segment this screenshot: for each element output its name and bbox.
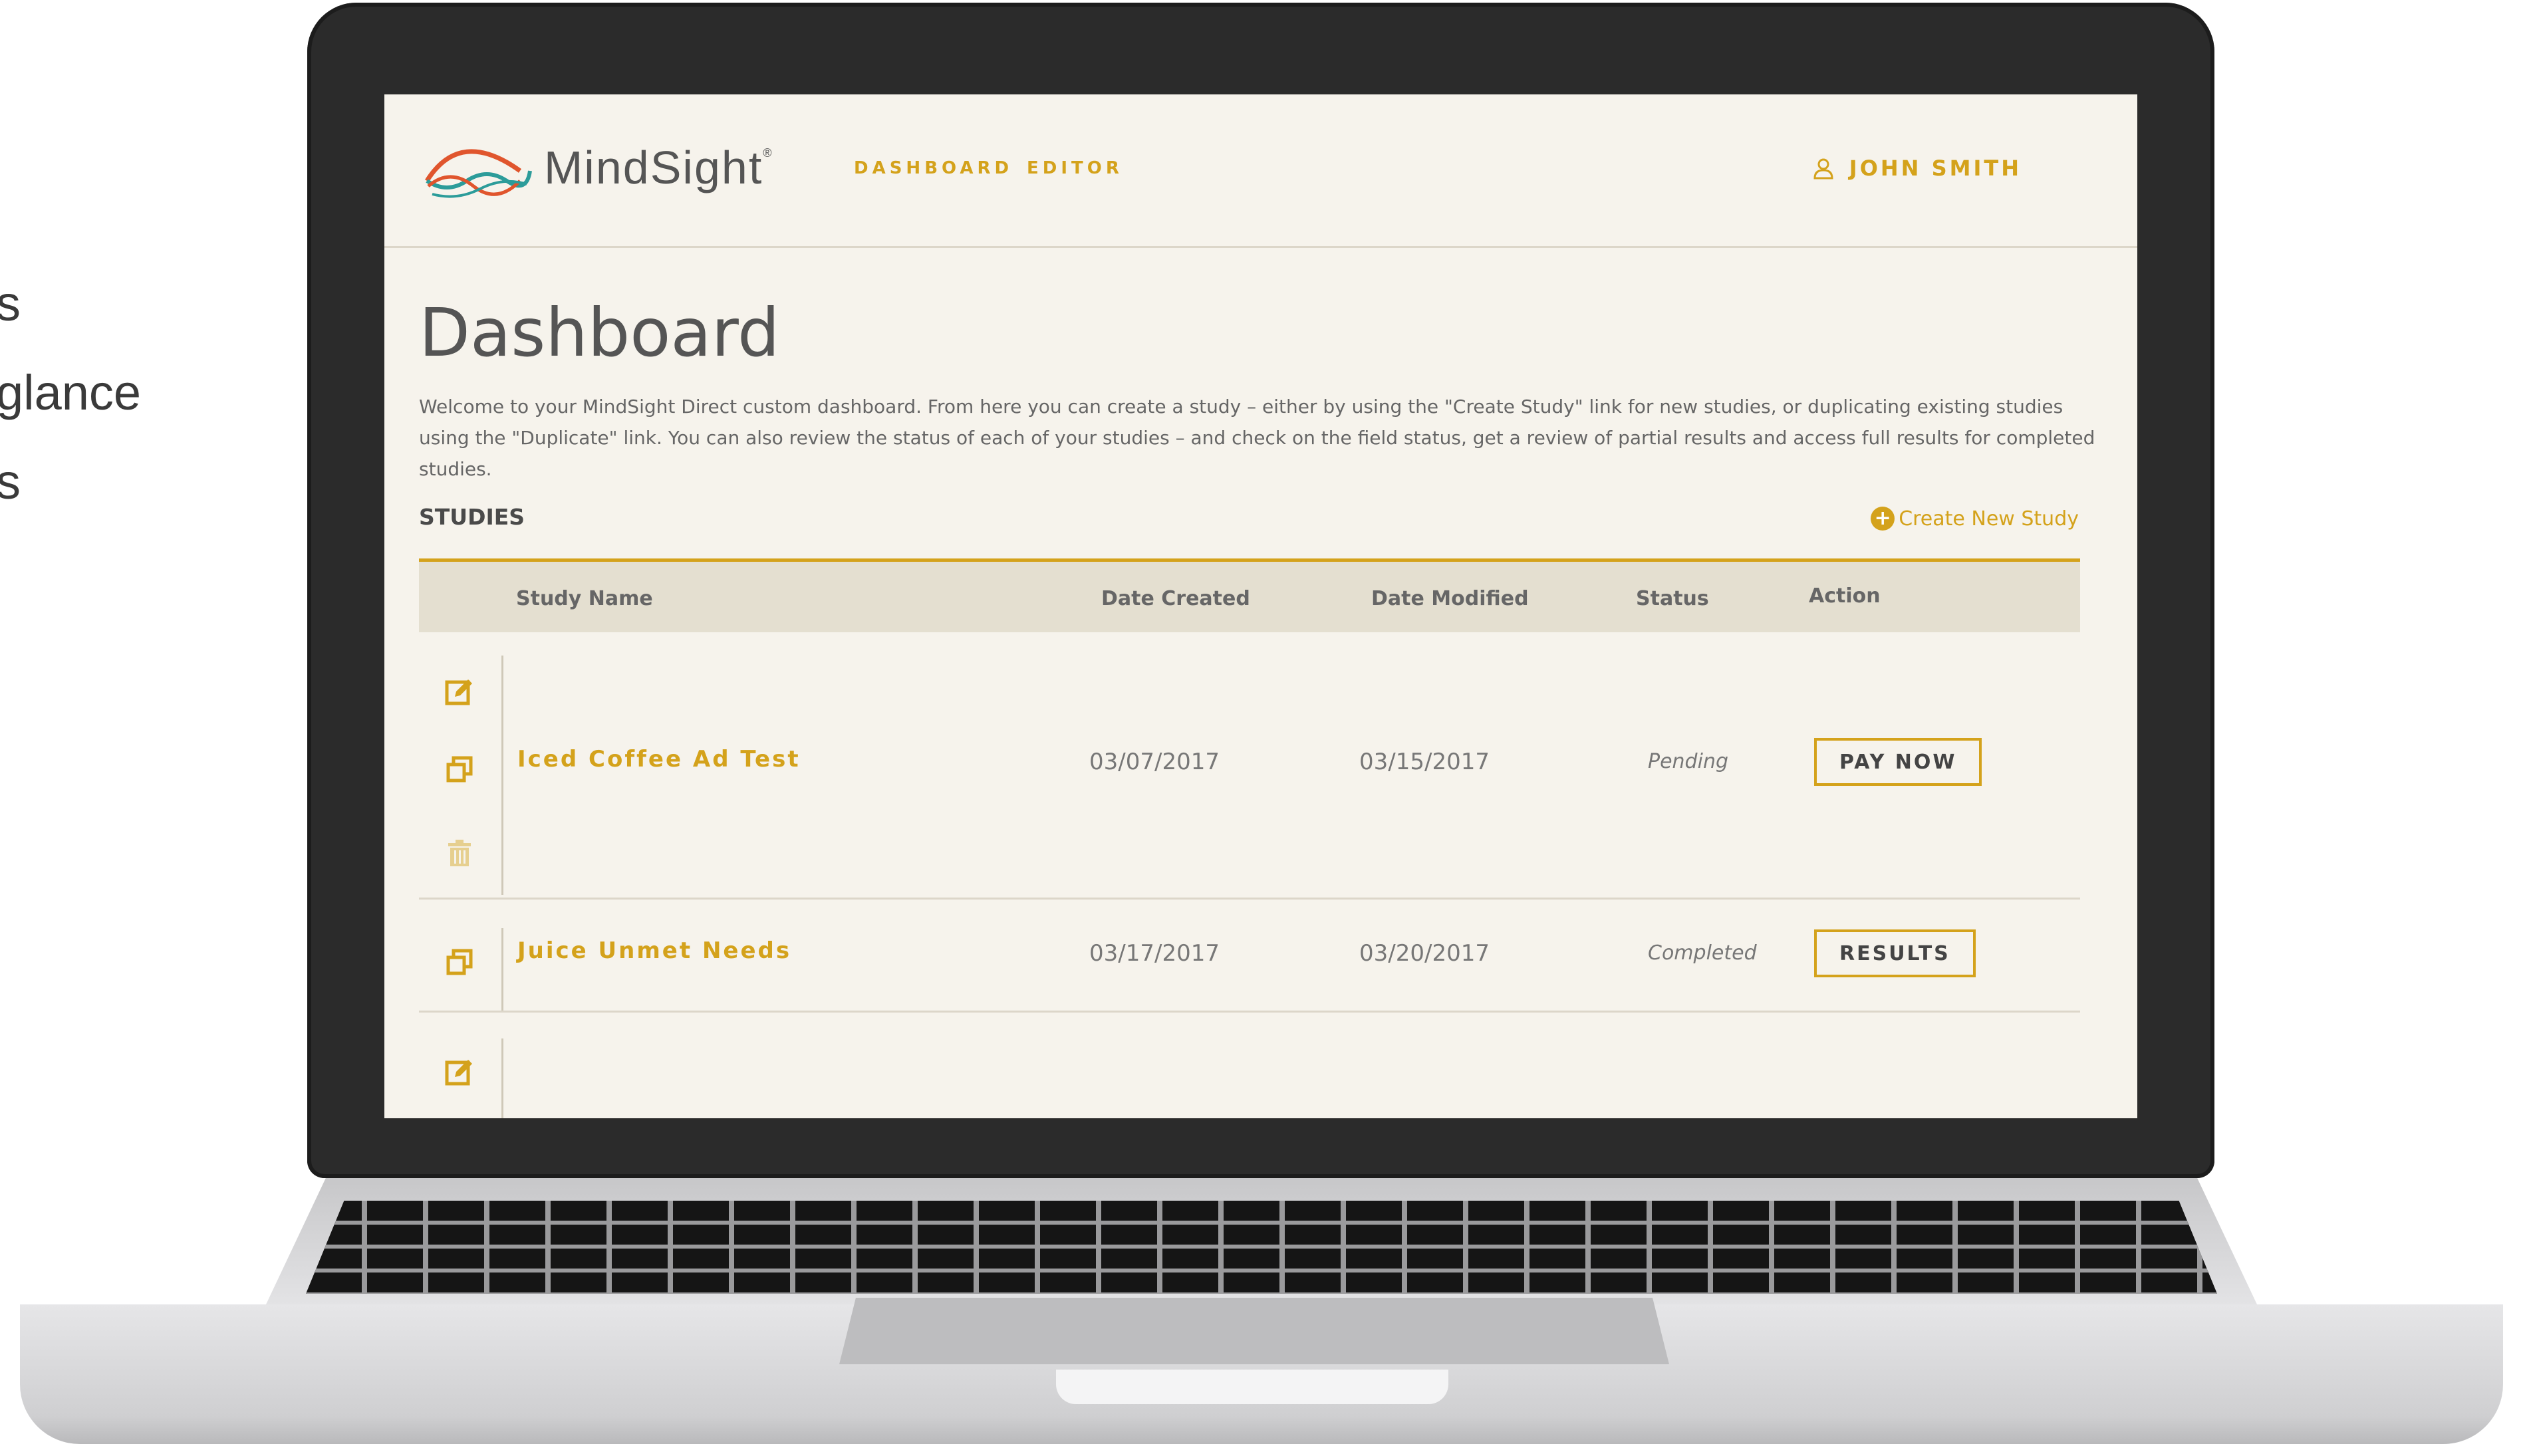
nav-dashboard[interactable]: DASHBOARD — [854, 158, 1013, 178]
edit-icon[interactable] — [444, 677, 475, 707]
create-new-study-label: Create New Study — [1899, 507, 2079, 531]
row-divider — [501, 928, 503, 1011]
nav-editor[interactable]: EDITOR — [1027, 158, 1123, 178]
trash-icon[interactable] — [444, 838, 475, 868]
laptop-trackpad — [839, 1298, 1669, 1364]
user-menu[interactable]: JOHN SMITH — [1812, 156, 2022, 181]
background-text-fragment: s — [0, 454, 21, 509]
status-pending: Pending — [1648, 750, 1728, 773]
create-new-study-link[interactable]: + Create New Study — [1871, 507, 2079, 531]
date-created: 03/17/2017 — [1089, 940, 1220, 967]
mindsight-logo-icon — [425, 149, 532, 198]
pay-now-button[interactable]: PAY NOW — [1814, 738, 1982, 786]
studies-heading: STUDIES — [419, 504, 525, 530]
duplicate-icon[interactable] — [444, 947, 475, 977]
background-text-fragment: glance — [0, 365, 142, 420]
app-header: MindSight® DASHBOARD EDITOR JOHN SMITH — [384, 94, 2137, 248]
column-header-study-name[interactable]: Study Name — [516, 587, 653, 610]
table-header: Study Name Date Created Date Modified St… — [419, 558, 2080, 632]
row-separator — [419, 1011, 2080, 1013]
edit-icon[interactable] — [444, 1057, 475, 1088]
row-divider — [501, 656, 503, 895]
status-completed: Completed — [1648, 941, 1757, 965]
laptop-keyboard — [306, 1201, 2217, 1294]
laptop-notch — [1056, 1370, 1448, 1404]
row-separator — [419, 898, 2080, 900]
user-name: JOHN SMITH — [1849, 156, 2022, 181]
date-modified: 03/20/2017 — [1359, 940, 1490, 967]
column-header-date-created[interactable]: Date Created — [1101, 587, 1250, 610]
results-button[interactable]: RESULTS — [1814, 929, 1976, 977]
study-name-link[interactable]: Juice Unmet Needs — [517, 937, 791, 964]
app-screen: MindSight® DASHBOARD EDITOR JOHN SMITH D… — [384, 94, 2137, 1118]
column-header-action: Action — [1809, 584, 1881, 608]
background-text-fragment: s — [0, 276, 21, 331]
page-title: Dashboard — [419, 294, 780, 372]
intro-text: Welcome to your MindSight Direct custom … — [419, 396, 2095, 480]
user-icon — [1813, 158, 1833, 180]
column-header-date-modified[interactable]: Date Modified — [1371, 587, 1529, 610]
plus-circle-icon: + — [1871, 507, 1895, 531]
brand-name: MindSight® — [544, 142, 773, 193]
column-header-status[interactable]: Status — [1636, 587, 1709, 610]
duplicate-icon[interactable] — [444, 754, 475, 785]
date-modified: 03/15/2017 — [1359, 749, 1490, 775]
date-created: 03/07/2017 — [1089, 749, 1220, 775]
study-name-link[interactable]: Iced Coffee Ad Test — [517, 746, 801, 773]
row-divider — [501, 1038, 503, 1118]
